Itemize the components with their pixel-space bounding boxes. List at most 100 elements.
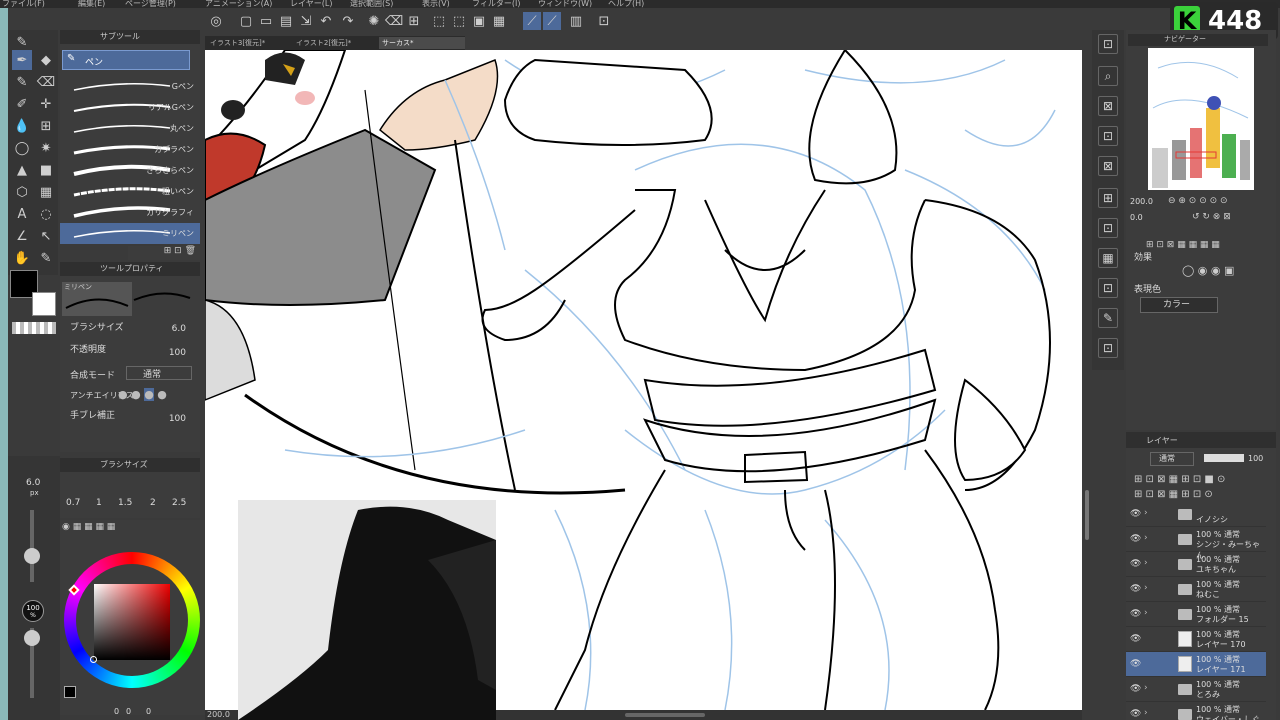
transform-tool-icon[interactable]: ⊞: [36, 116, 56, 136]
transform-icon[interactable]: ⊞: [405, 12, 423, 30]
brush-g-pen[interactable]: Gペン: [60, 76, 200, 97]
layer-property-icon[interactable]: ⊡: [1098, 126, 1118, 146]
mirror-icon[interactable]: ⊡: [595, 12, 613, 30]
item-bank-icon[interactable]: ▦: [1098, 248, 1118, 268]
zoom-icon[interactable]: ⌕: [1098, 66, 1118, 86]
brush-real-g-pen[interactable]: リアルGペン: [60, 97, 200, 118]
menu-filter[interactable]: フィルター(I): [472, 0, 520, 8]
chevron-icon[interactable]: ›: [1144, 508, 1148, 518]
clip-studio-icon[interactable]: ◎: [207, 12, 225, 30]
eye-icon[interactable]: 👁: [1130, 634, 1141, 644]
fill-tool-icon[interactable]: ▲: [12, 160, 32, 180]
layer-opacity-slider[interactable]: [1204, 454, 1244, 462]
menu-layer[interactable]: レイヤー(L): [290, 0, 332, 8]
brush-milli-pen[interactable]: ミリペン: [60, 223, 200, 244]
color-main-mini[interactable]: [64, 686, 76, 698]
redo-icon[interactable]: ↷: [339, 12, 357, 30]
menu-window[interactable]: ウィンドウ(W): [538, 0, 592, 8]
snap-ruler-icon[interactable]: ⟋: [523, 12, 541, 30]
brush-tool-icon[interactable]: ✐: [12, 94, 32, 114]
share-icon[interactable]: ⊡: [1098, 338, 1118, 358]
brush-size-preset[interactable]: 1: [96, 498, 102, 508]
eye-icon[interactable]: 👁: [1130, 709, 1141, 719]
brush-size-preset[interactable]: 1.5: [118, 498, 132, 508]
size-slider[interactable]: [30, 510, 34, 582]
canvas-vscrollbar[interactable]: [1082, 50, 1092, 710]
menu-help[interactable]: ヘルプ(H): [608, 0, 644, 8]
navigator-thumbnail[interactable]: [1148, 48, 1254, 190]
menu-edit[interactable]: 編集(E): [78, 0, 105, 8]
operation-tool-icon[interactable]: ↖: [36, 226, 56, 246]
chevron-icon[interactable]: ›: [1144, 533, 1148, 543]
deselect-icon[interactable]: ⬚: [430, 12, 448, 30]
snap-special-ruler-icon[interactable]: ⟋: [543, 12, 561, 30]
edit-icon[interactable]: ✎: [1098, 308, 1118, 328]
history-icon[interactable]: ⊞: [1098, 188, 1118, 208]
tab-illust2[interactable]: イラスト2[復元]*: [293, 37, 373, 49]
menu-file[interactable]: ファイル(F): [2, 0, 45, 8]
layer-row[interactable]: 👁 › 100 % 通常 ユキちゃん: [1126, 552, 1266, 577]
frame-tool-icon[interactable]: ▦: [36, 182, 56, 202]
material-icon[interactable]: ⊠: [1098, 96, 1118, 116]
saturation-value-square[interactable]: [94, 584, 170, 660]
snap-grid-icon[interactable]: ▥: [567, 12, 585, 30]
menu-page[interactable]: ページ管理(P): [125, 0, 176, 8]
eraser-tool-alt-icon[interactable]: ⌫: [36, 72, 56, 92]
chevron-icon[interactable]: ›: [1144, 708, 1148, 718]
layer-row[interactable]: 👁 › イノシシ: [1126, 502, 1266, 527]
pen-tool-icon[interactable]: ✒: [12, 50, 32, 70]
color-panel-tabs[interactable]: ◉ ▦ ▦ ▦ ▦: [62, 522, 200, 534]
blend-tool-icon[interactable]: 💧: [12, 116, 32, 136]
balloon-tool-icon[interactable]: ◌: [36, 204, 56, 224]
close-panel-icon[interactable]: ⊠: [1098, 156, 1118, 176]
chevron-icon[interactable]: ›: [1144, 608, 1148, 618]
layer-row[interactable]: 👁 › 100 % 通常 とろみ: [1126, 677, 1266, 702]
save-icon[interactable]: ▤: [277, 12, 295, 30]
brush-smooth-pen[interactable]: さらさらペン: [60, 160, 200, 181]
vscroll-thumb[interactable]: [1085, 490, 1089, 540]
menu-selection[interactable]: 選択範囲(S): [350, 0, 393, 8]
magic-wand-icon[interactable]: ✷: [36, 138, 56, 158]
layer-toolbar[interactable]: ⊞ ⊡ ⊠ ▦ ⊞ ⊡ ■ ⊙ ⊞ ⊡ ⊠ ▦ ⊞ ⊡ ⊙: [1134, 472, 1274, 502]
eyedropper-tool-icon[interactable]: ✎: [36, 248, 56, 268]
eye-icon[interactable]: 👁: [1130, 684, 1141, 694]
eye-icon[interactable]: 👁: [1130, 509, 1141, 519]
brush-rough-pen[interactable]: 粗いペン: [60, 181, 200, 202]
move-tool-icon[interactable]: ✛: [36, 94, 56, 114]
stabilization-value[interactable]: 100: [169, 414, 186, 424]
opacity-value[interactable]: 100: [169, 348, 186, 358]
pen-tool-top-icon[interactable]: ✎: [12, 32, 32, 52]
effect-buttons[interactable]: ◯ ◉ ◉ ▣: [1182, 264, 1272, 278]
auto-action-icon[interactable]: ⊡: [1098, 218, 1118, 238]
lasso-tool-icon[interactable]: ◯: [12, 138, 32, 158]
antialias-options[interactable]: ● ● ● ●: [118, 388, 188, 402]
navigator-icon[interactable]: ⊡: [1098, 34, 1118, 54]
quick-access-icon[interactable]: ⊡: [1098, 278, 1118, 298]
ruler-tool-icon[interactable]: ∠: [12, 226, 32, 246]
new-file-icon[interactable]: ▢: [237, 12, 255, 30]
size-slider-handle[interactable]: [24, 548, 40, 564]
clear-icon[interactable]: ⌫: [385, 12, 403, 30]
subtool-actions[interactable]: ⊞ ⊡ 🗑: [128, 246, 200, 260]
brush-size-preset[interactable]: 2: [150, 498, 156, 508]
hand-tool-icon[interactable]: ✋: [12, 248, 32, 268]
layer-row[interactable]: 👁 100 % 通常 レイヤー 170: [1126, 627, 1266, 652]
brush-kabura-pen[interactable]: カブラペン: [60, 139, 200, 160]
brush-size-preset[interactable]: 2.5: [172, 498, 186, 508]
tab-illust3[interactable]: イラスト3[復元]*: [207, 37, 287, 49]
canvas-zoom[interactable]: 200.0: [207, 710, 230, 719]
brush-size-preset[interactable]: 0.7: [66, 498, 80, 508]
eye-icon[interactable]: 👁: [1130, 534, 1141, 544]
brush-size-value[interactable]: 6.0: [172, 324, 186, 334]
pencil-tool-icon[interactable]: ✎: [12, 72, 32, 92]
brush-round-pen[interactable]: 丸ペン: [60, 118, 200, 139]
eye-icon[interactable]: 👁: [1130, 584, 1141, 594]
layer-row[interactable]: 👁 › 100 % 通常 ウェイバー・しぐ: [1126, 702, 1266, 720]
eraser-tool-icon[interactable]: ◆: [36, 50, 56, 70]
navigator-rotate-buttons[interactable]: ↺ ↻ ⊗ ⊠: [1192, 212, 1272, 224]
figure-tool-icon[interactable]: ⬡: [12, 182, 32, 202]
eye-icon[interactable]: 👁: [1130, 559, 1141, 569]
chevron-icon[interactable]: ›: [1144, 558, 1148, 568]
color-picker-handle[interactable]: [90, 656, 97, 663]
eye-icon[interactable]: 👁: [1130, 659, 1141, 669]
